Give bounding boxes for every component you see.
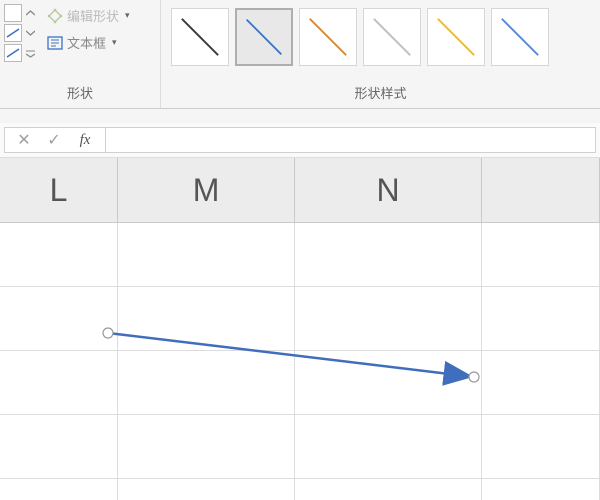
grid-row	[0, 287, 600, 351]
cell[interactable]	[295, 287, 482, 350]
cell[interactable]	[295, 479, 482, 500]
cell[interactable]	[0, 415, 118, 478]
fx-icon[interactable]: fx	[69, 132, 101, 149]
cell[interactable]	[482, 415, 600, 478]
spreadsheet-grid[interactable]: LMN	[0, 158, 600, 500]
column-header[interactable]: N	[295, 158, 482, 222]
cell[interactable]	[118, 415, 295, 478]
style-swatch[interactable]	[491, 8, 549, 66]
column-header[interactable]	[482, 158, 600, 222]
cell[interactable]	[295, 223, 482, 286]
formula-cancel-button[interactable]: ✕	[9, 128, 39, 152]
shape-slot[interactable]	[4, 4, 22, 22]
style-swatch[interactable]	[427, 8, 485, 66]
ribbon-group-styles: 形状样式	[161, 0, 600, 108]
edit-shape-label: 编辑形状	[67, 6, 119, 25]
group-label-styles: 形状样式	[161, 77, 600, 108]
cell[interactable]	[118, 479, 295, 500]
group-label-shapes: 形状	[0, 77, 160, 108]
shape-slot[interactable]	[4, 24, 22, 42]
style-swatch[interactable]	[363, 8, 421, 66]
dropdown-icon: ▾	[125, 10, 130, 21]
gallery-scroll-up-icon[interactable]	[23, 4, 37, 22]
dropdown-icon: ▾	[112, 37, 117, 48]
cell[interactable]	[482, 351, 600, 414]
formula-accept-button[interactable]: ✓	[39, 128, 69, 152]
cell[interactable]	[295, 351, 482, 414]
cell[interactable]	[0, 223, 118, 286]
cell[interactable]	[482, 479, 600, 500]
gallery-scroll-down-icon[interactable]	[23, 24, 37, 42]
cell[interactable]	[482, 223, 600, 286]
cell[interactable]	[482, 287, 600, 350]
ribbon-group-shapes: 编辑形状 ▾ 文本框 ▾ 形状	[0, 0, 161, 108]
cell[interactable]	[295, 415, 482, 478]
grid-row	[0, 351, 600, 415]
edit-shape-button[interactable]: 编辑形状 ▾	[43, 4, 134, 27]
grid-row	[0, 479, 600, 500]
formula-bar: ✕ ✓ fx	[0, 123, 600, 158]
style-swatch[interactable]	[299, 8, 357, 66]
shape-picker[interactable]	[4, 2, 37, 62]
edit-shape-icon	[47, 8, 63, 24]
cell[interactable]	[118, 223, 295, 286]
gallery-more-icon[interactable]	[23, 44, 37, 62]
textbox-label: 文本框	[67, 33, 106, 52]
cell[interactable]	[118, 351, 295, 414]
formula-input[interactable]	[106, 127, 596, 153]
grid-row	[0, 223, 600, 287]
grid-row	[0, 415, 600, 479]
column-header[interactable]: M	[118, 158, 295, 222]
cell[interactable]	[0, 479, 118, 500]
textbox-button[interactable]: 文本框 ▾	[43, 31, 134, 54]
textbox-icon	[47, 35, 63, 51]
style-swatch[interactable]	[171, 8, 229, 66]
column-header[interactable]: L	[0, 158, 118, 222]
column-header-row: LMN	[0, 158, 600, 223]
cell[interactable]	[0, 351, 118, 414]
style-swatch[interactable]	[235, 8, 293, 66]
cell[interactable]	[0, 287, 118, 350]
shape-slot[interactable]	[4, 44, 22, 62]
ribbon: 编辑形状 ▾ 文本框 ▾ 形状 形状样式	[0, 0, 600, 109]
shape-style-gallery[interactable]	[165, 2, 549, 66]
cell[interactable]	[118, 287, 295, 350]
